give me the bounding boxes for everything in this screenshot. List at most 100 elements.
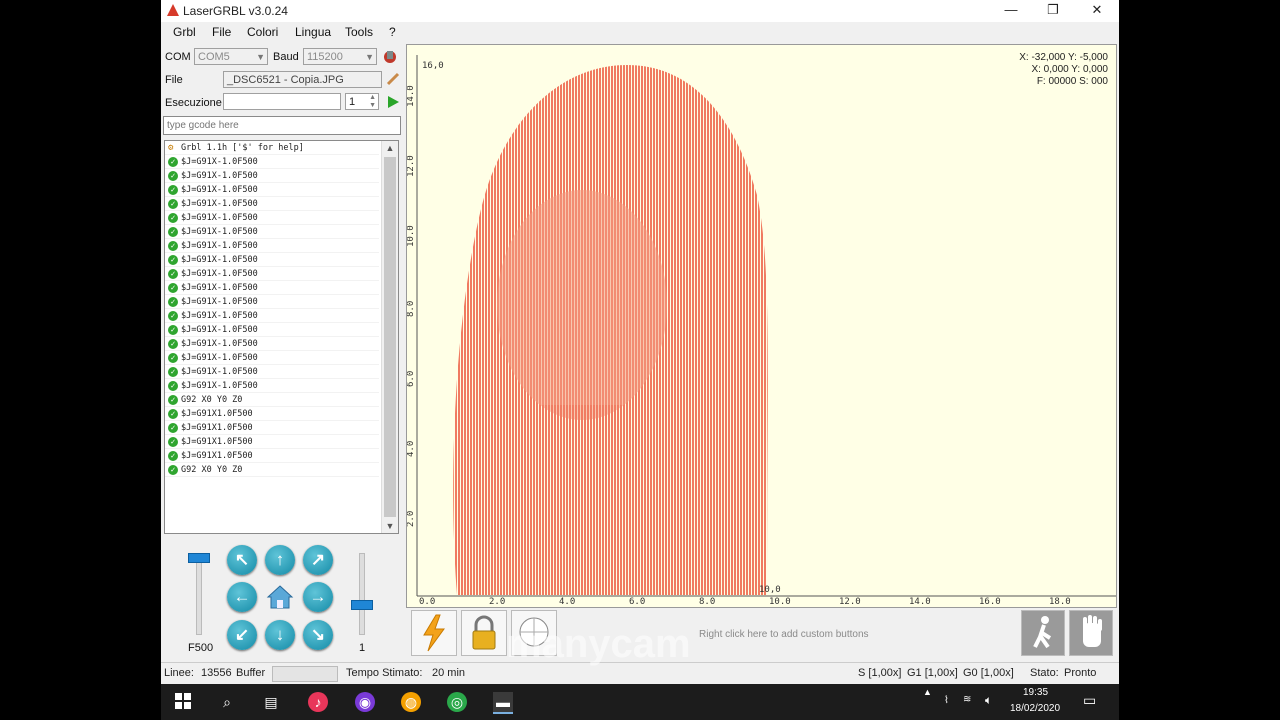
search-icon[interactable]: ⌕ — [217, 692, 237, 712]
check-icon: ✓ — [168, 283, 178, 293]
baud-value: 115200 — [307, 51, 343, 63]
scroll-down-icon[interactable]: ▼ — [382, 519, 398, 533]
media-app-icon[interactable]: ◉ — [355, 692, 375, 712]
speed-slider[interactable] — [196, 553, 202, 635]
console-line-text: $J=G91X-1.0F500 — [181, 297, 258, 307]
menu-help[interactable]: ? — [389, 25, 396, 39]
task-view-icon[interactable]: ▤ — [261, 692, 281, 712]
console-line: ✓ $J=G91X-1.0F500 — [165, 211, 379, 225]
console-log[interactable]: ⚙ Grbl 1.1h ['$' for help] ✓ $J=G91X-1.0F5… — [164, 140, 399, 534]
console-header-text: Grbl 1.1h ['$' for help] — [181, 143, 304, 153]
network-icon[interactable]: ⌇ — [944, 695, 949, 706]
unlock-button[interactable] — [461, 610, 507, 656]
info-icon: ⚙ — [168, 143, 174, 153]
execution-label: Esecuzione — [165, 97, 222, 109]
scroll-up-icon[interactable]: ▲ — [382, 141, 398, 155]
check-icon: ✓ — [168, 157, 178, 167]
speed-slider-thumb[interactable] — [188, 553, 210, 563]
jog-home-button[interactable] — [265, 582, 295, 612]
menu-grbl[interactable]: Grbl — [173, 25, 196, 39]
console-line: ✓ $J=G91X-1.0F500 — [165, 225, 379, 239]
console-line: ✓ $J=G91X-1.0F500 — [165, 253, 379, 267]
x-tick-label: 14.0 — [909, 597, 931, 607]
menu-tools[interactable]: Tools — [345, 25, 373, 39]
jog-up-button[interactable]: ↑ — [265, 545, 295, 575]
check-icon: ✓ — [168, 353, 178, 363]
jog-up-right-button[interactable]: ↗ — [303, 545, 333, 575]
notifications-icon[interactable]: ▭ — [1083, 692, 1096, 709]
jog-down-right-button[interactable]: ↘ — [303, 620, 333, 650]
menu-lingua[interactable]: Lingua — [295, 25, 331, 39]
console-line-text: $J=G91X-1.0F500 — [181, 213, 258, 223]
open-file-button[interactable] — [385, 71, 401, 87]
console-header: ⚙ Grbl 1.1h ['$' for help] — [165, 141, 379, 155]
com-select[interactable]: COM5 ▼ — [194, 48, 268, 65]
title-bar: LaserGRBL v3.0.24 — ❐ ✕ — [161, 0, 1119, 22]
jog-down-left-button[interactable]: ↙ — [227, 620, 257, 650]
console-line-text: $J=G91X-1.0F500 — [181, 381, 258, 391]
close-button[interactable]: ✕ — [1075, 0, 1119, 22]
jog-right-button[interactable]: → — [303, 582, 333, 612]
scroll-thumb[interactable] — [384, 157, 396, 517]
browser-icon[interactable]: ◍ — [401, 692, 421, 712]
connect-button[interactable] — [381, 48, 399, 66]
preview-canvas[interactable]: 16,0 10,0 0.0 2.0 4.0 6.0 8.0 10.0 12.0 14.0 16.… — [406, 44, 1117, 608]
check-icon: ✓ — [168, 311, 178, 321]
menu-bar: Grbl File Colori Lingua Tools ? — [161, 22, 1119, 42]
wifi-icon[interactable]: ≋ — [963, 694, 971, 705]
walk-button[interactable] — [1021, 610, 1065, 656]
hand-stop-icon — [1083, 615, 1102, 647]
check-icon: ✓ — [168, 199, 178, 209]
app-window: LaserGRBL v3.0.24 — ❐ ✕ Grbl File Colori… — [161, 0, 1119, 684]
console-line: ✓ $J=G91X-1.0F500 — [165, 183, 379, 197]
menu-file[interactable]: File — [212, 25, 231, 39]
buffer-label: Buffer — [236, 667, 266, 679]
lines-label: Linee: — [164, 667, 194, 679]
check-icon: ✓ — [168, 423, 178, 433]
restore-button[interactable]: ❐ — [1031, 0, 1075, 22]
g0-override[interactable]: G0 [1,00x] — [963, 667, 1014, 679]
step-slider[interactable] — [359, 553, 365, 635]
check-icon: ✓ — [168, 185, 178, 195]
console-line-text: $J=G91X-1.0F500 — [181, 269, 258, 279]
menu-colori[interactable]: Colori — [247, 25, 278, 39]
lasergrbl-taskbar-icon[interactable]: ▬ — [493, 692, 513, 714]
console-scrollbar[interactable]: ▲ ▼ — [381, 141, 398, 533]
jog-up-left-button[interactable]: ↖ — [227, 545, 257, 575]
check-icon: ✓ — [168, 297, 178, 307]
file-field[interactable]: _DSC6521 - Copia.JPG — [223, 71, 382, 88]
clock-time[interactable]: 19:35 — [1023, 687, 1048, 698]
itunes-icon[interactable]: ♪ — [308, 692, 328, 712]
clock-date[interactable]: 18/02/2020 — [1010, 703, 1060, 714]
tray-chevron-up-icon[interactable]: ▲ — [923, 687, 932, 697]
time-value: 20 min — [432, 667, 466, 679]
lightning-icon — [423, 614, 445, 652]
reset-button[interactable] — [411, 610, 457, 656]
volume-icon[interactable]: 🔈︎ — [985, 693, 992, 708]
s-override[interactable]: S [1,00x] — [858, 667, 901, 679]
step-slider-thumb[interactable] — [351, 600, 373, 610]
pencil-icon — [386, 72, 400, 86]
state-label: Stato: — [1030, 667, 1059, 679]
minimize-button[interactable]: — — [989, 0, 1033, 22]
execution-count-stepper[interactable]: 1 ▲ ▼ — [345, 93, 379, 110]
execution-field[interactable] — [223, 93, 341, 110]
console-line-text: $J=G91X-1.0F500 — [181, 171, 258, 181]
stop-button[interactable] — [1069, 610, 1113, 656]
check-icon: ✓ — [168, 381, 178, 391]
jog-left-button[interactable]: ← — [227, 582, 257, 612]
y-tick-label: 4.0 — [406, 440, 416, 457]
play-icon — [388, 96, 399, 108]
windows-start-icon[interactable] — [173, 692, 193, 712]
gcode-input[interactable] — [163, 116, 401, 135]
chrome-icon[interactable]: ◎ — [447, 692, 467, 712]
stepper-arrows-icon: ▲ ▼ — [369, 94, 376, 109]
console-line: ✓ G92 X0 Y0 Z0 — [165, 393, 379, 407]
window-title: LaserGRBL v3.0.24 — [183, 4, 288, 18]
g1-override[interactable]: G1 [1,00x] — [907, 667, 958, 679]
run-button[interactable] — [385, 94, 401, 110]
screen: LaserGRBL v3.0.24 — ❐ ✕ Grbl File Colori… — [0, 0, 1280, 720]
chevron-down-icon: ▼ — [365, 52, 374, 62]
jog-down-button[interactable]: ↓ — [265, 620, 295, 650]
baud-select[interactable]: 115200 ▼ — [303, 48, 377, 65]
